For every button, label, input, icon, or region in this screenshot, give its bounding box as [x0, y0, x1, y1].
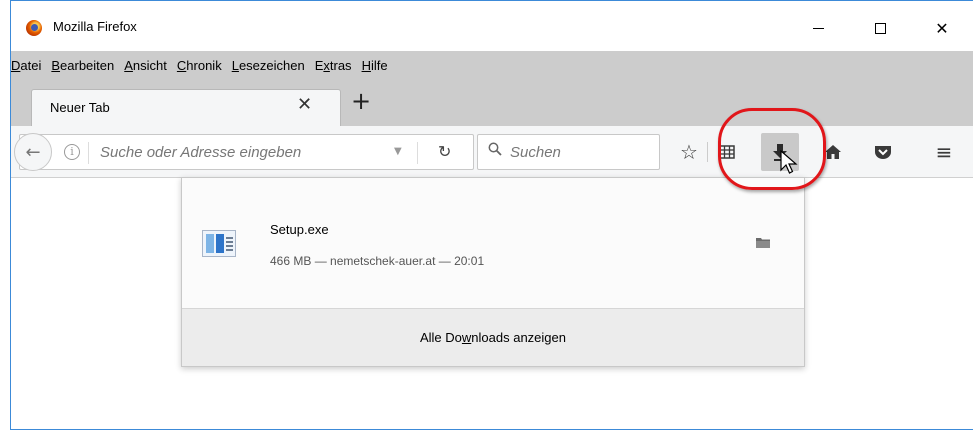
menu-ansicht[interactable]: Ansicht: [119, 58, 172, 73]
tab-label: Neuer Tab: [50, 100, 110, 115]
mouse-cursor-icon: [780, 150, 798, 174]
firefox-logo-icon: [26, 20, 42, 36]
url-divider: [88, 142, 89, 164]
back-icon[interactable]: ←: [14, 133, 52, 171]
window-title: Mozilla Firefox: [53, 19, 137, 34]
show-all-downloads-button[interactable]: Alle Downloads anzeigen: [182, 308, 804, 366]
search-input[interactable]: Suchen: [510, 144, 561, 161]
menu-lesezeichen[interactable]: Lesezeichen: [227, 58, 310, 73]
url-divider-2: [417, 142, 418, 164]
url-input[interactable]: Suche oder Adresse eingeben: [100, 144, 301, 161]
toolbar-divider: [707, 142, 708, 162]
new-tab-button[interactable]: +: [351, 87, 371, 115]
maximize-button[interactable]: [857, 13, 903, 43]
title-bar: Mozilla Firefox ✕: [11, 1, 973, 51]
maximize-icon: [874, 22, 886, 34]
menu-bearbeiten[interactable]: Bearbeiten: [46, 58, 119, 73]
browser-window: Mozilla Firefox ✕ Datei Bearbeiten Ansic…: [10, 0, 973, 430]
pocket-icon[interactable]: [869, 138, 897, 166]
url-bar[interactable]: ← i Suche oder Adresse eingeben ▼ ↻: [14, 133, 474, 171]
hamburger-menu-icon[interactable]: ≡: [930, 138, 958, 166]
exe-file-icon: [202, 230, 236, 257]
close-window-button[interactable]: ✕: [919, 13, 965, 43]
navigation-toolbar: ← i Suche oder Adresse eingeben ▼ ↻ Such…: [11, 126, 973, 178]
tab-strip: Neuer Tab ✕ +: [11, 79, 973, 126]
menu-hilfe[interactable]: Hilfe: [357, 58, 393, 73]
search-icon: [488, 142, 502, 160]
tab-neuer-tab[interactable]: Neuer Tab ✕: [31, 89, 341, 126]
downloads-panel: Setup.exe 466 MB — nemetschek-auer.at — …: [181, 177, 805, 367]
minimize-icon: [812, 27, 824, 29]
tab-close-icon[interactable]: ✕: [297, 94, 312, 115]
download-file-name: Setup.exe: [270, 222, 329, 237]
menu-chronik[interactable]: Chronik: [172, 58, 227, 73]
dropmarker-icon[interactable]: ▼: [394, 146, 402, 157]
menu-bar: Datei Bearbeiten Ansicht Chronik Lesezei…: [11, 51, 973, 79]
search-bar[interactable]: Suchen: [477, 134, 660, 170]
download-item[interactable]: Setup.exe 466 MB — nemetschek-auer.at — …: [182, 178, 804, 308]
open-folder-icon[interactable]: [756, 236, 770, 248]
info-icon[interactable]: i: [64, 144, 80, 160]
show-all-downloads-label: Alle Downloads anzeigen: [419, 330, 566, 345]
highlight-circle: [718, 108, 826, 190]
menu-extras[interactable]: Extras: [310, 58, 357, 73]
minimize-button[interactable]: [795, 13, 841, 43]
download-file-meta: 466 MB — nemetschek-auer.at — 20:01: [270, 254, 485, 268]
bookmark-star-icon[interactable]: ☆: [675, 138, 703, 166]
menu-datei[interactable]: Datei: [11, 58, 46, 73]
close-icon: ✕: [935, 18, 949, 38]
reload-icon[interactable]: ↻: [438, 142, 451, 161]
